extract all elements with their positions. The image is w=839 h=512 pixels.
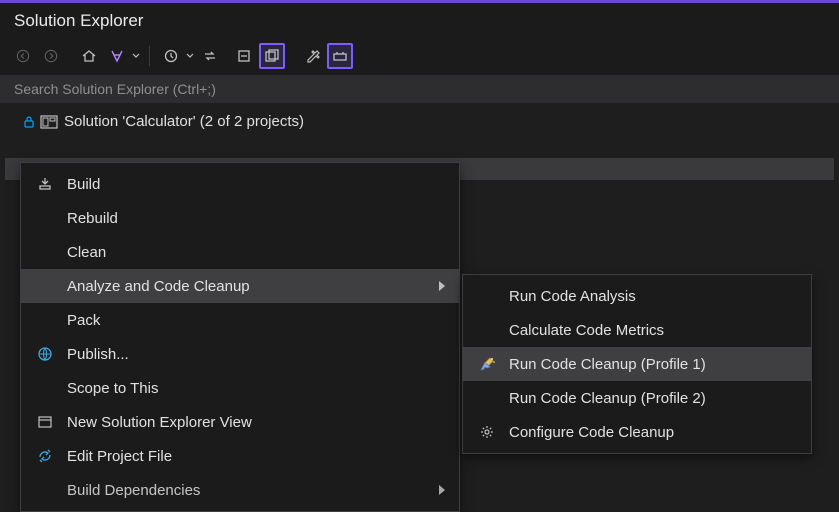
home-button[interactable] bbox=[76, 43, 102, 69]
back-button[interactable] bbox=[10, 43, 36, 69]
solution-label: Solution 'Calculator' (2 of 2 projects) bbox=[64, 113, 304, 130]
new-view-icon bbox=[31, 414, 59, 430]
submenu-cleanup-p2-label: Run Code Cleanup (Profile 2) bbox=[501, 390, 797, 407]
menu-publish[interactable]: Publish... bbox=[21, 337, 459, 371]
menu-new-view-label: New Solution Explorer View bbox=[59, 414, 445, 431]
show-all-files-button[interactable] bbox=[259, 43, 285, 69]
menu-rebuild-label: Rebuild bbox=[59, 210, 445, 227]
properties-button[interactable] bbox=[299, 43, 325, 69]
submenu-run-analysis[interactable]: Run Code Analysis bbox=[463, 279, 811, 313]
menu-rebuild[interactable]: Rebuild bbox=[21, 201, 459, 235]
menu-edit-project[interactable]: Edit Project File bbox=[21, 439, 459, 473]
menu-clean-label: Clean bbox=[59, 244, 445, 261]
pending-changes-dropdown[interactable] bbox=[185, 43, 195, 69]
sync-button[interactable] bbox=[197, 43, 223, 69]
menu-analyze-label: Analyze and Code Cleanup bbox=[59, 278, 439, 295]
menu-build-deps[interactable]: Build Dependencies bbox=[21, 473, 459, 507]
submenu-configure-label: Configure Code Cleanup bbox=[501, 424, 797, 441]
gear-icon bbox=[473, 424, 501, 440]
menu-build-label: Build bbox=[59, 176, 445, 193]
submenu-cleanup-p2[interactable]: Run Code Cleanup (Profile 2) bbox=[463, 381, 811, 415]
switch-views-dropdown[interactable] bbox=[131, 43, 141, 69]
build-icon bbox=[31, 176, 59, 192]
menu-new-view[interactable]: New Solution Explorer View bbox=[21, 405, 459, 439]
submenu-arrow-icon bbox=[439, 485, 445, 495]
submenu-calc-metrics-label: Calculate Code Metrics bbox=[501, 322, 797, 339]
broom-icon bbox=[473, 355, 501, 373]
submenu-arrow-icon bbox=[439, 281, 445, 291]
panel-title: Solution Explorer bbox=[0, 3, 839, 41]
menu-build-deps-label: Build Dependencies bbox=[59, 482, 439, 499]
submenu-cleanup-p1[interactable]: Run Code Cleanup (Profile 1) bbox=[463, 347, 811, 381]
solution-icon bbox=[40, 115, 58, 129]
preview-selected-button[interactable] bbox=[327, 43, 353, 69]
solution-tree: Solution 'Calculator' (2 of 2 projects) bbox=[0, 103, 839, 140]
context-menu: Build Rebuild Clean Analyze and Code Cle… bbox=[20, 162, 460, 512]
menu-analyze-cleanup[interactable]: Analyze and Code Cleanup bbox=[21, 269, 459, 303]
menu-scope-label: Scope to This bbox=[59, 380, 445, 397]
menu-scope[interactable]: Scope to This bbox=[21, 371, 459, 405]
edit-icon bbox=[31, 448, 59, 464]
menu-pack[interactable]: Pack bbox=[21, 303, 459, 337]
collapse-all-button[interactable] bbox=[231, 43, 257, 69]
analyze-submenu: Run Code Analysis Calculate Code Metrics… bbox=[462, 274, 812, 454]
pending-changes-filter-button[interactable] bbox=[158, 43, 184, 69]
globe-icon bbox=[31, 346, 59, 362]
menu-build[interactable]: Build bbox=[21, 167, 459, 201]
submenu-calc-metrics[interactable]: Calculate Code Metrics bbox=[463, 313, 811, 347]
submenu-configure[interactable]: Configure Code Cleanup bbox=[463, 415, 811, 449]
menu-pack-label: Pack bbox=[59, 312, 445, 329]
switch-views-button[interactable] bbox=[104, 43, 130, 69]
submenu-cleanup-p1-label: Run Code Cleanup (Profile 1) bbox=[501, 356, 797, 373]
toolbar bbox=[0, 41, 839, 75]
solution-node[interactable]: Solution 'Calculator' (2 of 2 projects) bbox=[0, 109, 839, 134]
lock-icon bbox=[24, 116, 34, 128]
menu-edit-project-label: Edit Project File bbox=[59, 448, 445, 465]
submenu-run-analysis-label: Run Code Analysis bbox=[501, 288, 797, 305]
search-input[interactable]: Search Solution Explorer (Ctrl+;) bbox=[0, 75, 839, 103]
forward-button[interactable] bbox=[38, 43, 64, 69]
menu-publish-label: Publish... bbox=[59, 346, 445, 363]
menu-clean[interactable]: Clean bbox=[21, 235, 459, 269]
